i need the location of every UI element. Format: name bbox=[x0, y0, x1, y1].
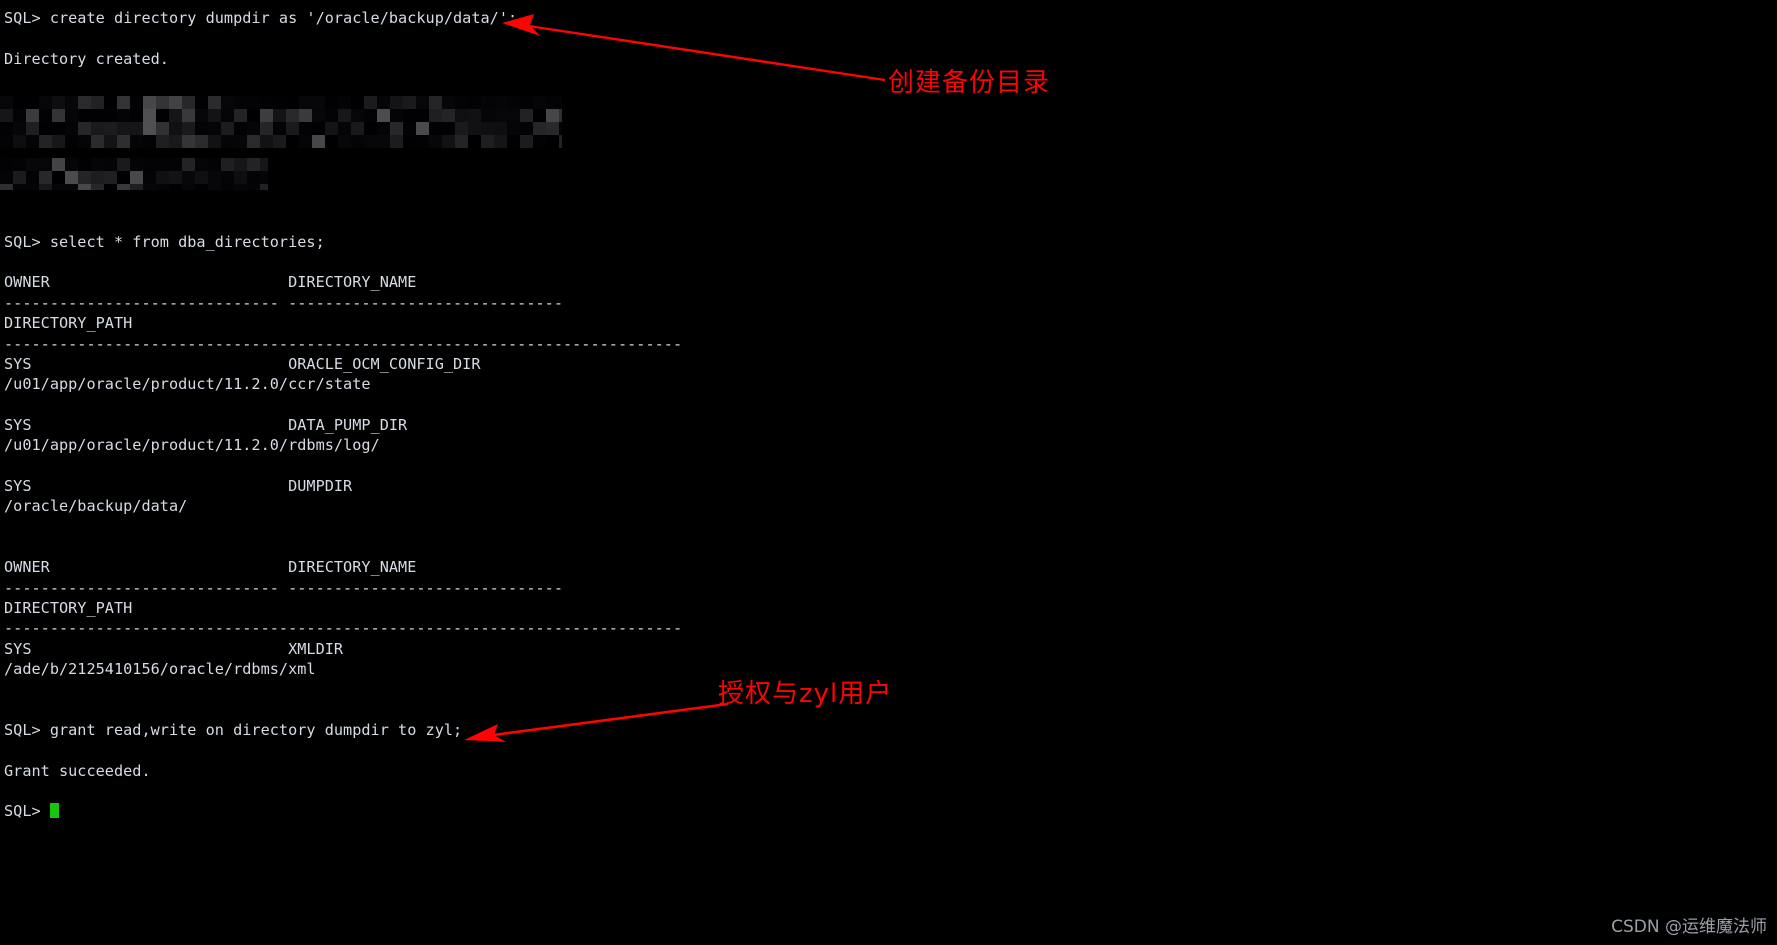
redacted-block-1 bbox=[0, 96, 562, 148]
annotation-arrow-1 bbox=[502, 14, 886, 82]
terminal-line: DIRECTORY_PATH bbox=[4, 598, 133, 617]
prompt-label: SQL> bbox=[4, 802, 41, 821]
redacted-block-2 bbox=[0, 158, 268, 190]
terminal-line: /u01/app/oracle/product/11.2.0/rdbms/log… bbox=[4, 436, 380, 455]
terminal-line: OWNER DIRECTORY_NAME bbox=[4, 273, 417, 292]
terminal-line: SQL> select * from dba_directories; bbox=[4, 232, 325, 251]
terminal-line: SYS XMLDIR bbox=[4, 639, 344, 658]
terminal-line: OWNER DIRECTORY_NAME bbox=[4, 558, 417, 577]
terminal-line: ----------------------------------------… bbox=[4, 334, 683, 353]
terminal-line: /oracle/backup/data/ bbox=[4, 497, 188, 516]
terminal-line: SYS DATA_PUMP_DIR bbox=[4, 415, 408, 434]
terminal-line: Grant succeeded. bbox=[4, 761, 151, 780]
annotation-arrow-2 bbox=[464, 702, 729, 742]
terminal-prompt-line: SQL> bbox=[4, 801, 1704, 821]
terminal-line: SQL> grant read,write on directory dumpd… bbox=[4, 721, 463, 740]
terminal-line: SYS ORACLE_OCM_CONFIG_DIR bbox=[4, 354, 481, 373]
terminal-line: DIRECTORY_PATH bbox=[4, 314, 133, 333]
create-backup-dir-note: 创建备份目录 bbox=[888, 68, 1051, 98]
csdn-watermark: CSDN @运维魔法师 bbox=[1611, 917, 1767, 937]
grant-privilege-note: 授权与zyl用户 bbox=[718, 679, 893, 709]
terminal-window[interactable]: SQL> create directory dumpdir as '/oracl… bbox=[0, 0, 1777, 945]
terminal-line: /u01/app/oracle/product/11.2.0/ccr/state bbox=[4, 375, 371, 394]
text-cursor bbox=[49, 803, 59, 819]
terminal-line: ------------------------------ ---------… bbox=[4, 293, 563, 312]
terminal-line: ----------------------------------------… bbox=[4, 619, 683, 638]
terminal-line: ------------------------------ ---------… bbox=[4, 578, 563, 597]
terminal-line: SYS DUMPDIR bbox=[4, 476, 353, 495]
